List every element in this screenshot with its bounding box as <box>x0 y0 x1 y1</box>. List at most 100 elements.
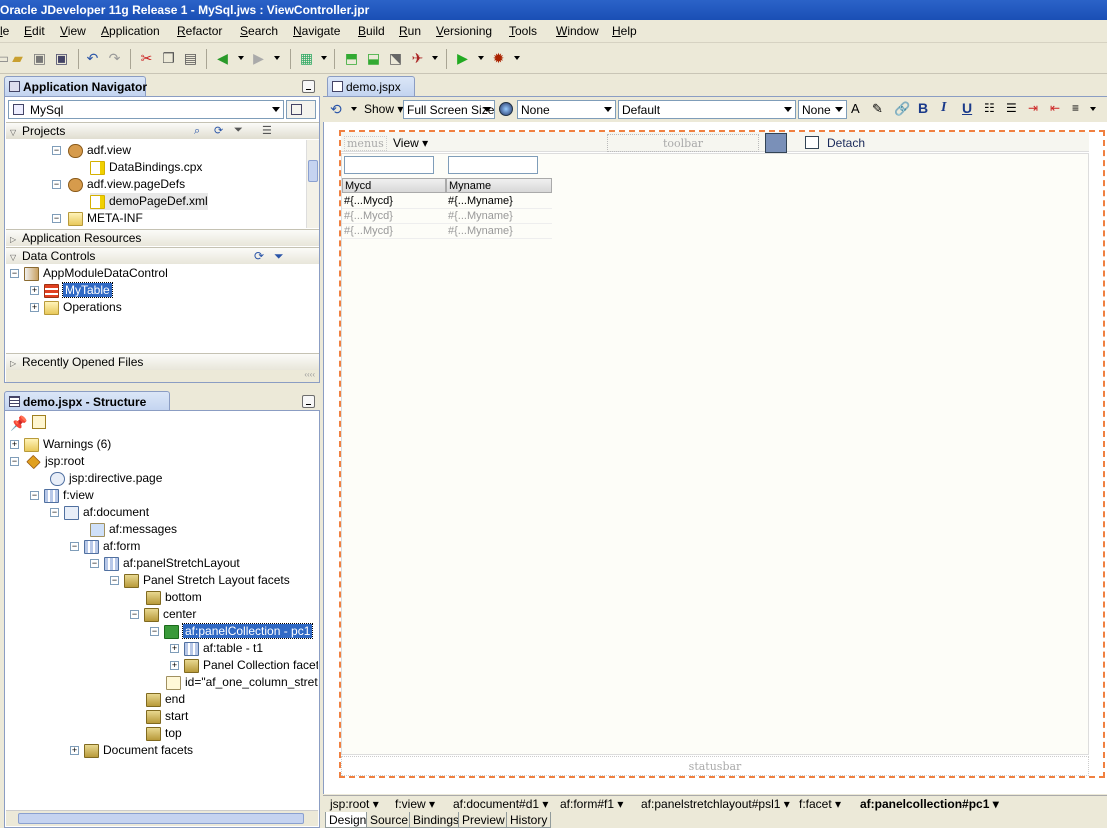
struct-node-jsp-root[interactable]: −jsp:root <box>10 453 84 470</box>
menu-view[interactable]: View <box>60 24 86 38</box>
breadcrumb-f-facet[interactable]: f:facet ▾ <box>799 797 841 812</box>
tree-node-adf-view[interactable]: −adf.view <box>54 142 131 159</box>
projects-scrollbar[interactable] <box>306 140 319 228</box>
struct-node-start[interactable]: start <box>146 708 188 725</box>
freeze-view-icon[interactable] <box>32 415 46 429</box>
debug-dropdown-icon[interactable] <box>514 56 520 60</box>
menu-file[interactable]: le <box>0 24 9 38</box>
projects-section-header[interactable]: ▽Projects ⌕ ⟳ ⏷ ☰ <box>6 122 319 139</box>
struct-node-panelstretchlayout[interactable]: −af:panelStretchLayout <box>90 555 240 572</box>
tab-preview[interactable]: Preview <box>458 812 509 828</box>
struct-node-af-messages[interactable]: af:messages <box>90 521 177 538</box>
save-icon[interactable]: ▣ <box>31 50 48 67</box>
working-sets-icon[interactable]: ☰ <box>262 124 272 137</box>
deploy-dropdown-icon[interactable] <box>432 56 438 60</box>
navigator-horizontal-scrollbar[interactable]: ‹‹‹‹ <box>6 370 319 382</box>
struct-node-warnings[interactable]: +Warnings (6) <box>10 436 111 453</box>
struct-node-end[interactable]: end <box>146 691 185 708</box>
filter-data-controls-icon[interactable]: ⏷ <box>274 249 284 264</box>
back-dropdown-icon[interactable] <box>238 56 244 60</box>
run-dropdown-icon[interactable] <box>478 56 484 60</box>
statusbar-facet[interactable]: statusbar <box>341 756 1089 776</box>
tab-design[interactable]: Design <box>325 812 370 828</box>
bold-icon[interactable]: B <box>918 100 928 116</box>
menu-application[interactable]: Application <box>101 24 160 38</box>
menu-tools[interactable]: Tools <box>509 24 537 38</box>
minimize-navigator-button[interactable] <box>302 80 315 93</box>
highlight-icon[interactable]: ✎ <box>872 101 883 117</box>
struct-node-bottom[interactable]: bottom <box>146 589 202 606</box>
struct-node-panel-stretch-facets[interactable]: −Panel Stretch Layout facets <box>110 572 290 589</box>
show-menu[interactable]: Show ▾ <box>364 102 403 116</box>
tab-source[interactable]: Source <box>366 812 412 828</box>
tree-node-operations[interactable]: +Operations <box>30 299 122 316</box>
detach-button[interactable]: Detach <box>827 136 865 150</box>
font-family-select[interactable]: Default <box>618 100 796 119</box>
back-icon[interactable]: ◀ <box>214 50 231 67</box>
run-icon[interactable]: ▶ <box>454 50 471 67</box>
application-select[interactable]: MySql <box>8 100 284 119</box>
sql-dropdown-icon[interactable] <box>321 56 327 60</box>
tab-demo-jspx[interactable]: demo.jspx <box>327 76 415 96</box>
toolbar-facet[interactable]: toolbar <box>607 134 759 152</box>
filter-icon[interactable]: ⏷ <box>234 124 243 137</box>
underline-icon[interactable]: U <box>962 100 972 116</box>
deploy-icon[interactable]: ✈ <box>409 50 426 67</box>
tab-structure[interactable]: demo.jspx - Structure <box>4 391 170 411</box>
clean-icon[interactable]: ⬔ <box>387 50 404 67</box>
menu-help[interactable]: Help <box>612 24 637 38</box>
text-color-icon[interactable]: A <box>851 101 860 116</box>
struct-node-id-attribute[interactable]: id="af_one_column_stretched" <box>166 674 318 691</box>
breadcrumb-panelstretchlayout[interactable]: af:panelstretchlayout#psl1 ▾ <box>641 797 790 812</box>
cut-icon[interactable]: ✂ <box>138 50 155 67</box>
refresh-data-controls-icon[interactable]: ⟳ <box>254 249 264 263</box>
align-dropdown-icon[interactable] <box>1090 107 1096 111</box>
structure-horizontal-scrollbar[interactable] <box>6 810 318 826</box>
detach-icon[interactable] <box>805 136 819 149</box>
find-icon[interactable]: ⌕ <box>194 125 200 138</box>
struct-node-document-facets[interactable]: +Document facets <box>70 742 193 759</box>
tree-node-meta-inf[interactable]: −META-INF <box>54 210 143 227</box>
refresh-icon[interactable]: ⟳ <box>214 124 223 137</box>
struct-node-top[interactable]: top <box>146 725 182 742</box>
sql-worksheet-icon[interactable]: ▦ <box>298 50 315 67</box>
breadcrumb-af-document[interactable]: af:document#d1 ▾ <box>453 797 548 812</box>
screen-size-select[interactable]: Full Screen Size <box>403 100 495 119</box>
struct-node-center[interactable]: −center <box>130 606 196 623</box>
refresh-dropdown-icon[interactable] <box>351 107 357 111</box>
tree-node-mytable[interactable]: +MyTable <box>30 282 112 299</box>
column-header-mycd[interactable]: Mycd <box>342 178 446 193</box>
rebuild-icon[interactable]: ⬓ <box>365 50 382 67</box>
tree-node-demopagedef[interactable]: demoPageDef.xml <box>90 193 208 210</box>
struct-node-af-form[interactable]: −af:form <box>70 538 140 555</box>
save-all-icon[interactable]: ▣ <box>53 50 70 67</box>
redo-icon[interactable]: ↷ <box>106 50 123 67</box>
tab-bindings[interactable]: Bindings <box>409 812 463 828</box>
menu-build[interactable]: Build <box>358 24 385 38</box>
undo-icon[interactable]: ↶ <box>84 50 101 67</box>
menus-facet[interactable]: menus <box>344 136 387 151</box>
freeze-icon[interactable] <box>765 133 787 153</box>
italic-icon[interactable]: I <box>941 100 946 116</box>
indent-icon[interactable]: ⇥ <box>1028 101 1038 115</box>
view-menu[interactable]: View ▾ <box>393 136 428 150</box>
menu-edit[interactable]: Edit <box>24 24 45 38</box>
breadcrumb-panelcollection[interactable]: af:panelcollection#pc1 ▾ <box>860 797 999 812</box>
tree-node-appmoduledatacontrol[interactable]: −AppModuleDataControl <box>10 265 168 282</box>
tree-node-adf-view-pagedefs[interactable]: −adf.view.pageDefs <box>54 176 185 193</box>
outdent-icon[interactable]: ⇤ <box>1050 101 1060 115</box>
browser-icon[interactable] <box>499 102 513 116</box>
application-resources-header[interactable]: ▷Application Resources <box>6 229 319 246</box>
pin-icon[interactable]: 📌 <box>10 415 27 432</box>
tab-application-navigator[interactable]: Application Navigator <box>4 76 146 96</box>
struct-node-f-view[interactable]: −f:view <box>30 487 94 504</box>
struct-node-panel-collection-facets[interactable]: +Panel Collection facets <box>170 657 318 674</box>
style-select[interactable]: None <box>517 100 616 119</box>
breadcrumb-f-view[interactable]: f:view ▾ <box>395 797 435 812</box>
struct-node-panelcollection[interactable]: −af:panelCollection - pc1 <box>150 623 312 640</box>
menu-window[interactable]: Window <box>556 24 599 38</box>
application-menu-button[interactable] <box>286 100 316 119</box>
font-size-select[interactable]: None <box>798 100 847 119</box>
scrollbar-thumb[interactable] <box>18 813 304 824</box>
filter-input-mycd[interactable] <box>344 156 434 174</box>
